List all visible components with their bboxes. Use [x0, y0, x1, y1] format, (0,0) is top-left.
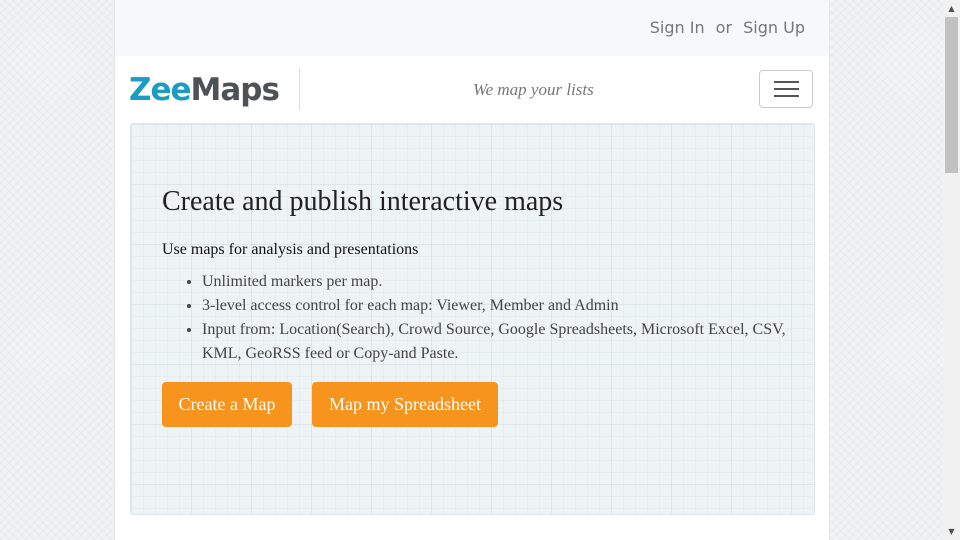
sign-in-link[interactable]: Sign In [650, 18, 705, 37]
vertical-scrollbar[interactable]: ▲ ▼ [943, 0, 960, 540]
tagline: We map your lists [473, 80, 594, 99]
create-map-button[interactable]: Create a Map [162, 382, 292, 427]
hero-title: Create and publish interactive maps [162, 186, 564, 217]
zeemaps-logo[interactable]: ZeeMaps [129, 70, 280, 110]
page-container: Sign In or Sign Up ZeeMaps We map your l… [114, 0, 830, 540]
feature-item: Input from: Location(Search), Crowd Sour… [202, 318, 802, 366]
scroll-thumb[interactable] [945, 17, 958, 173]
feature-list: Unlimited markers per map. 3-level acces… [162, 270, 802, 366]
logo-text-zee: Zee [129, 72, 192, 108]
feature-item: Unlimited markers per map. [202, 270, 802, 294]
top-bar: Sign In or Sign Up [115, 0, 829, 56]
hero-subtitle: Use maps for analysis and presentations [162, 241, 419, 258]
logo-divider [299, 68, 300, 110]
auth-separator: or [715, 18, 733, 37]
feature-item: 3-level access control for each map: Vie… [202, 294, 802, 318]
sign-up-link[interactable]: Sign Up [743, 18, 805, 37]
menu-toggle-button[interactable] [759, 70, 813, 108]
hero-panel: Create and publish interactive maps Use … [130, 123, 815, 515]
map-spreadsheet-button[interactable]: Map my Spreadsheet [312, 382, 498, 427]
logo-text-maps: Maps [190, 72, 280, 108]
scroll-up-arrow-icon[interactable]: ▲ [943, 0, 960, 17]
auth-links: Sign In or Sign Up [650, 18, 805, 37]
scroll-down-arrow-icon[interactable]: ▼ [943, 523, 960, 540]
